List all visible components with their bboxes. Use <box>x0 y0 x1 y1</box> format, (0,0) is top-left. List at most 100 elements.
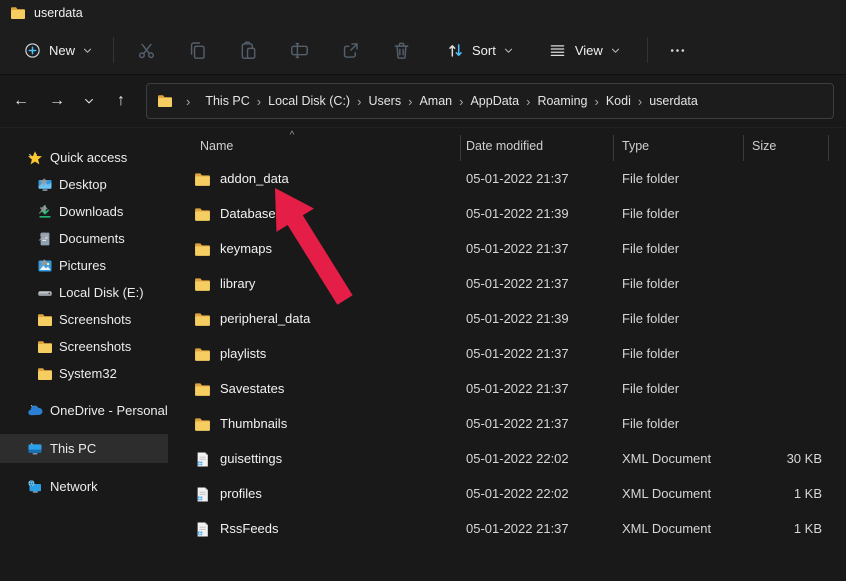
column-resize-handle[interactable] <box>828 135 829 161</box>
breadcrumb-item-roaming[interactable]: Roaming <box>535 92 589 110</box>
file-row-profiles[interactable]: profiles 05-01-2022 22:02 XML Document 1… <box>168 477 846 512</box>
sidebar-item-documents[interactable]: Documents <box>0 225 168 252</box>
sidebar-item-pictures[interactable]: Pictures <box>0 252 168 279</box>
pin-icon <box>37 177 53 193</box>
folder-icon <box>194 311 211 328</box>
file-type: File folder <box>622 311 679 326</box>
folder-icon <box>194 346 211 363</box>
chevron-down-icon <box>83 95 95 107</box>
breadcrumb-separator[interactable]: › <box>357 94 361 109</box>
column-header-row: ^ Name Date modified Type Size <box>168 134 846 162</box>
file-date-modified: 05-01-2022 22:02 <box>466 486 569 501</box>
file-row-guisettings[interactable]: guisettings 05-01-2022 22:02 XML Documen… <box>168 442 846 477</box>
file-name: Database <box>220 206 276 221</box>
sort-icon <box>445 40 465 60</box>
pin-icon <box>37 231 53 247</box>
column-header-type[interactable]: Type <box>622 139 649 153</box>
file-type: File folder <box>622 171 679 186</box>
breadcrumb-separator[interactable]: › <box>594 94 598 109</box>
file-name: addon_data <box>220 171 289 186</box>
file-row-playlists[interactable]: playlists 05-01-2022 21:37 File folder <box>168 337 846 372</box>
cut-icon[interactable] <box>136 40 156 60</box>
copy-icon[interactable] <box>187 40 207 60</box>
toolbar-divider <box>647 37 648 63</box>
breadcrumb-separator[interactable]: › <box>638 94 642 109</box>
view-button[interactable]: View <box>538 34 631 66</box>
sidebar-item-onedrive-personal[interactable]: OneDrive - Personal <box>0 396 168 425</box>
sidebar-item-screenshots[interactable]: Screenshots <box>0 333 168 360</box>
file-type: File folder <box>622 381 679 396</box>
column-resize-handle[interactable] <box>613 135 614 161</box>
breadcrumb-item-local-disk-c[interactable]: Local Disk (C:) <box>266 92 352 110</box>
more-icon <box>668 40 688 60</box>
breadcrumb-item-aman[interactable]: Aman <box>417 92 454 110</box>
breadcrumb-item-kodi[interactable]: Kodi <box>604 92 633 110</box>
file-row-database[interactable]: Database 05-01-2022 21:39 File folder <box>168 197 846 232</box>
file-date-modified: 05-01-2022 21:37 <box>466 241 569 256</box>
column-header-name[interactable]: Name <box>200 139 233 153</box>
delete-icon[interactable] <box>391 40 411 60</box>
new-button[interactable]: New <box>12 34 103 66</box>
breadcrumb-item-this-pc[interactable]: This PC <box>203 92 251 110</box>
file-row-library[interactable]: library 05-01-2022 21:37 File folder <box>168 267 846 302</box>
sidebar-item-network[interactable]: Network <box>0 472 168 501</box>
sidebar-item-screenshots[interactable]: Screenshots <box>0 306 168 333</box>
recent-locations-button[interactable] <box>78 86 100 116</box>
breadcrumb-separator[interactable]: › <box>459 94 463 109</box>
column-resize-handle[interactable] <box>460 135 461 161</box>
file-row-addon-data[interactable]: addon_data 05-01-2022 21:37 File folder <box>168 162 846 197</box>
sort-ascending-indicator: ^ <box>285 130 299 141</box>
folder-icon <box>194 206 211 223</box>
back-button[interactable]: ← <box>6 86 36 116</box>
pin-icon <box>37 258 53 274</box>
toolbar-divider <box>113 37 114 63</box>
file-row-peripheral-data[interactable]: peripheral_data 05-01-2022 21:39 File fo… <box>168 302 846 337</box>
titlebar: userdata <box>0 0 846 26</box>
column-resize-handle[interactable] <box>743 135 744 161</box>
folder-icon <box>194 171 211 188</box>
file-type: File folder <box>622 346 679 361</box>
sidebar-item-downloads[interactable]: Downloads <box>0 198 168 225</box>
up-button[interactable]: ↑ <box>106 86 136 116</box>
file-type: File folder <box>622 206 679 221</box>
file-date-modified: 05-01-2022 21:37 <box>466 521 569 536</box>
breadcrumb-separator[interactable]: › <box>526 94 530 109</box>
sidebar-item-quick-access[interactable]: Quick access <box>0 144 168 171</box>
breadcrumb-item-users[interactable]: Users <box>366 92 403 110</box>
breadcrumb-item-appdata[interactable]: AppData <box>468 92 521 110</box>
sidebar-item-local-disk-e[interactable]: Local Disk (E:) <box>0 279 168 306</box>
breadcrumb-separator[interactable]: › <box>408 94 412 109</box>
column-header-date-modified[interactable]: Date modified <box>466 139 543 153</box>
share-icon[interactable] <box>340 40 360 60</box>
sidebar-item-system32[interactable]: System32 <box>0 360 168 387</box>
xml-file-icon <box>194 451 211 468</box>
file-date-modified: 05-01-2022 21:39 <box>466 311 569 326</box>
file-name: guisettings <box>220 451 282 466</box>
breadcrumb-separator[interactable]: › <box>257 94 261 109</box>
paste-icon[interactable] <box>238 40 258 60</box>
folder-icon <box>37 366 53 382</box>
sort-button[interactable]: Sort <box>435 34 524 66</box>
breadcrumb-item-userdata[interactable]: userdata <box>647 92 700 110</box>
sidebar-item-this-pc[interactable]: This PC <box>0 434 168 463</box>
file-row-savestates[interactable]: Savestates 05-01-2022 21:37 File folder <box>168 372 846 407</box>
window-title: userdata <box>34 6 83 20</box>
column-header-size[interactable]: Size <box>752 139 776 153</box>
file-name: playlists <box>220 346 266 361</box>
rename-icon[interactable] <box>289 40 309 60</box>
network-icon <box>27 479 43 495</box>
file-row-thumbnails[interactable]: Thumbnails 05-01-2022 21:37 File folder <box>168 407 846 442</box>
file-row-keymaps[interactable]: keymaps 05-01-2022 21:37 File folder <box>168 232 846 267</box>
file-date-modified: 05-01-2022 21:37 <box>466 416 569 431</box>
forward-button[interactable]: → <box>42 86 72 116</box>
file-row-rssfeeds[interactable]: RssFeeds 05-01-2022 21:37 XML Document 1… <box>168 512 846 547</box>
folder-icon <box>194 276 211 293</box>
sidebar-list: Quick access Desktop Downloads Documents… <box>0 144 168 501</box>
breadcrumb-separator[interactable]: › <box>186 94 190 109</box>
more-options-button[interactable] <box>658 34 698 66</box>
main-area: Quick access Desktop Downloads Documents… <box>0 128 846 581</box>
sidebar-item-desktop[interactable]: Desktop <box>0 171 168 198</box>
folder-icon <box>37 339 53 355</box>
folder-icon <box>37 312 53 328</box>
address-bar[interactable]: › This PC › Local Disk (C:) › Users › Aman › App… <box>146 83 834 119</box>
